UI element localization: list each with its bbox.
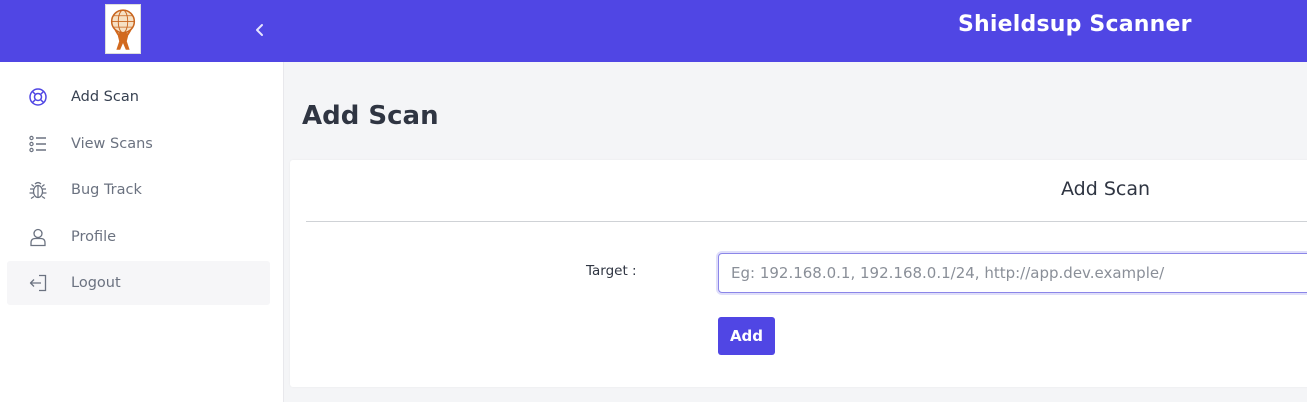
sidebar-item-bug-track[interactable]: Bug Track — [7, 168, 270, 212]
list-icon — [27, 133, 49, 155]
chevron-left-icon — [256, 24, 263, 36]
lifebuoy-icon — [27, 86, 49, 108]
sidebar: Add Scan View Scans Bug Track Profile Lo… — [0, 62, 284, 402]
logout-icon — [27, 272, 49, 294]
top-bar: Shieldsup Scanner — [0, 0, 1307, 62]
sidebar-item-profile[interactable]: Profile — [7, 215, 270, 259]
sidebar-item-label: Logout — [71, 275, 121, 291]
app-title: Shieldsup Scanner — [958, 12, 1192, 37]
card-title: Add Scan — [1061, 178, 1151, 200]
target-label: Target : — [586, 263, 637, 279]
bug-icon — [27, 179, 49, 201]
divider — [306, 221, 1307, 222]
sidebar-item-label: Add Scan — [71, 89, 139, 105]
add-scan-card: Add Scan Target : Add — [290, 160, 1307, 387]
sidebar-item-view-scans[interactable]: View Scans — [7, 122, 270, 166]
sidebar-collapse-button[interactable] — [248, 18, 272, 42]
user-icon — [27, 226, 49, 248]
sidebar-item-label: View Scans — [71, 136, 153, 152]
add-button[interactable]: Add — [718, 317, 775, 355]
app-logo[interactable] — [105, 4, 141, 54]
target-input[interactable] — [718, 253, 1307, 293]
sidebar-item-add-scan[interactable]: Add Scan — [7, 75, 270, 119]
page-title: Add Scan — [302, 101, 439, 131]
sidebar-item-label: Bug Track — [71, 182, 142, 198]
sidebar-item-logout[interactable]: Logout — [7, 261, 270, 305]
sidebar-item-label: Profile — [71, 229, 117, 245]
